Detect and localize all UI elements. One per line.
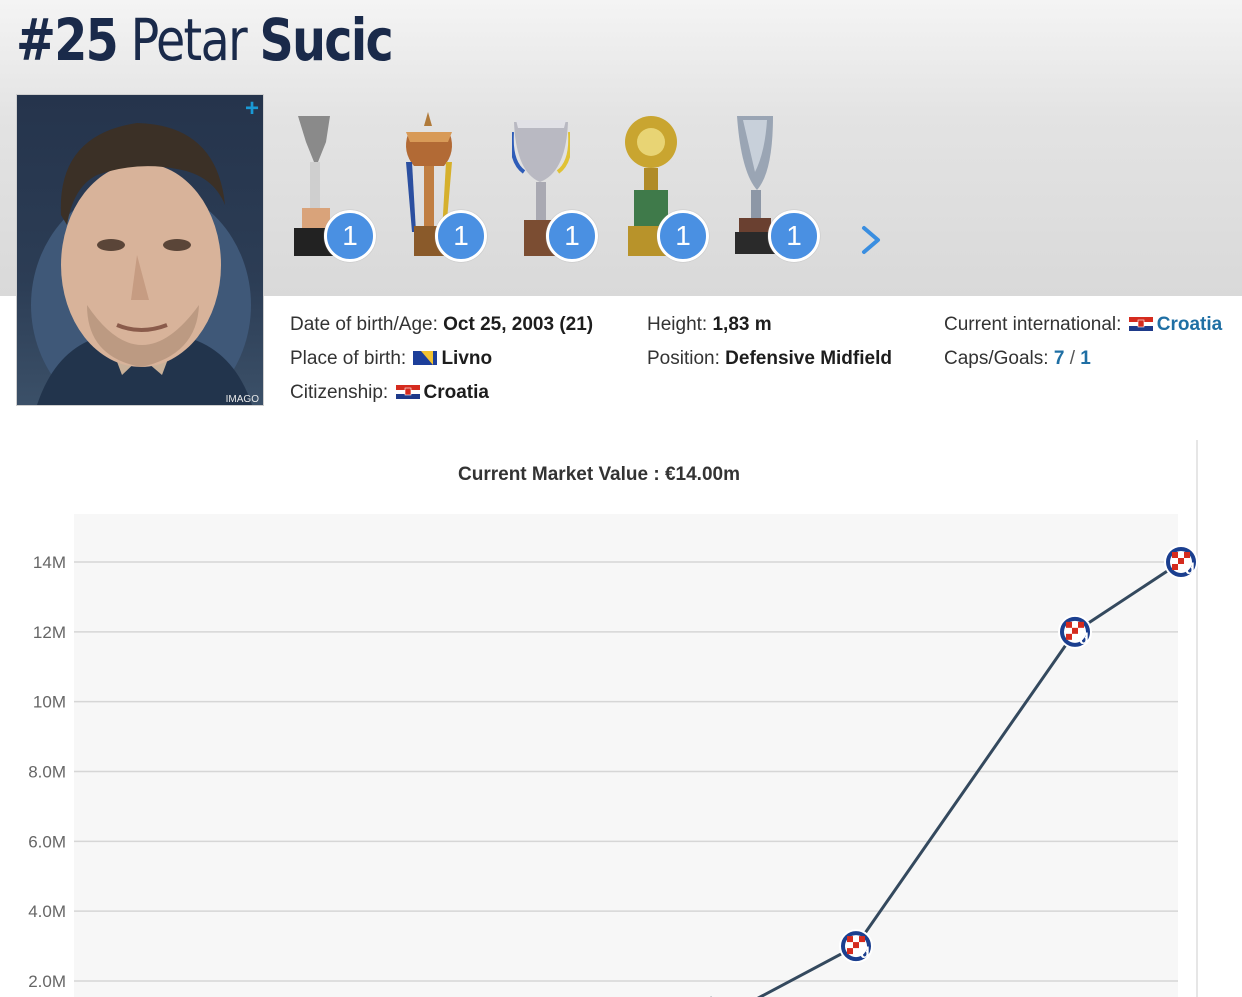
chart-title: Current Market Value : €14.00m	[458, 464, 740, 485]
plus-icon[interactable]: +	[245, 97, 259, 121]
svg-text:d: d	[1185, 561, 1195, 578]
international-link[interactable]: Croatia	[1157, 314, 1222, 335]
y-tick-label: 8.0M	[28, 763, 66, 782]
birthplace-value[interactable]: Livno	[441, 348, 492, 369]
caps-goals-label: Caps/Goals:	[944, 348, 1049, 369]
last-name: Sucic	[259, 6, 393, 74]
bosnia-flag-icon	[413, 349, 438, 365]
y-tick-label: 6.0M	[28, 832, 66, 851]
citizenship-label: Citizenship:	[290, 382, 389, 403]
y-tick-label: 14M	[33, 553, 66, 572]
position-row: Position: Defensive Midfield	[647, 348, 892, 370]
trophy-count-badge: 1	[657, 210, 709, 262]
citizenship-row: Citizenship: Croatia	[290, 382, 489, 404]
svg-text:d: d	[860, 945, 870, 962]
svg-text:d: d	[1079, 631, 1089, 648]
position-label: Position:	[647, 348, 720, 369]
trophy-count-badge: 1	[435, 210, 487, 262]
croatia-flag-icon	[1128, 315, 1153, 331]
height-value: 1,83 m	[712, 314, 772, 335]
club-crest-icon[interactable]: d	[839, 929, 873, 964]
caps-goals-separator: /	[1069, 348, 1075, 369]
y-tick-label: 2.0M	[28, 972, 66, 991]
trophy-count-badge: 1	[768, 210, 820, 262]
caps-link[interactable]: 7	[1054, 348, 1065, 369]
y-tick-label: 4.0M	[28, 902, 66, 921]
international-row: Current international: Croatia	[944, 314, 1222, 336]
position-value: Defensive Midfield	[725, 348, 892, 369]
y-tick-label: 12M	[33, 623, 66, 642]
page-title: #25 Petar Sucic	[16, 6, 394, 74]
market-value-chart: 2.0M 4.0M 6.0M 8.0M 10M 12M 14M d d d	[28, 514, 1198, 997]
shirt-number: #25	[16, 6, 119, 74]
first-name: Petar	[130, 6, 248, 74]
plot-area	[74, 514, 1178, 997]
dob-row: Date of birth/Age: Oct 25, 2003 (21)	[290, 314, 593, 336]
birthplace-label: Place of birth:	[290, 348, 407, 369]
y-tick-label: 10M	[33, 693, 66, 712]
goals-link[interactable]: 1	[1080, 348, 1091, 369]
caps-goals-row: Caps/Goals: 7 / 1	[944, 348, 1091, 370]
trophy-count-badge: 1	[324, 210, 376, 262]
height-row: Height: 1,83 m	[647, 314, 772, 336]
birthplace-row: Place of birth: Livno	[290, 348, 492, 370]
player-photo[interactable]: + IMAGO	[16, 94, 264, 406]
dob-value: Oct 25, 2003 (21)	[443, 314, 594, 335]
chevron-right-icon[interactable]	[856, 222, 886, 258]
dob-label: Date of birth/Age:	[290, 314, 438, 335]
international-label: Current international:	[944, 314, 1122, 335]
club-crest-icon[interactable]: d	[1058, 614, 1092, 649]
croatia-flag-icon	[395, 383, 420, 399]
photo-credit: IMAGO	[225, 394, 259, 405]
citizenship-value[interactable]: Croatia	[424, 382, 489, 403]
trophy-count-badge: 1	[546, 210, 598, 262]
club-crest-icon[interactable]: d	[1164, 545, 1198, 579]
height-label: Height:	[647, 314, 708, 335]
